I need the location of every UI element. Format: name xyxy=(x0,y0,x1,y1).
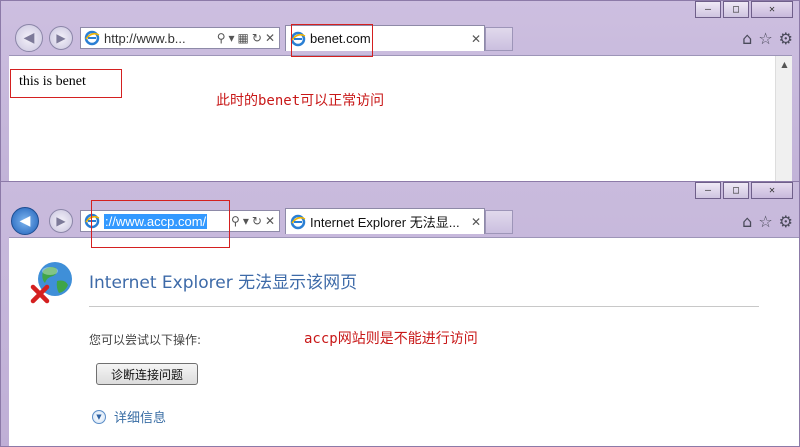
address-tools: ⚲ ▾ ↻ ✕ xyxy=(227,214,279,228)
address-bar[interactable]: http://www.b... ⚲ ▾ ▦ ↻ ✕ xyxy=(80,27,280,49)
toolbar-icons: ⌂ ☆ ⚙ xyxy=(742,212,793,231)
vertical-scrollbar[interactable]: ▲ xyxy=(775,56,793,181)
tab-title: Internet Explorer 无法显... xyxy=(310,215,460,230)
more-info-toggle[interactable]: ▼ 详细信息 xyxy=(92,407,166,426)
error-title: Internet Explorer 无法显示该网页 xyxy=(89,273,358,293)
home-icon[interactable]: ⌂ xyxy=(742,29,752,48)
address-text[interactable]: http://www.b... xyxy=(104,31,213,46)
ie-tab-icon xyxy=(290,214,306,229)
annotation-box-page-text xyxy=(10,69,122,98)
back-button[interactable]: ◀ xyxy=(11,207,39,235)
settings-gear-icon[interactable]: ⚙ xyxy=(779,212,793,231)
back-button[interactable]: ◀ xyxy=(15,24,43,52)
search-icon[interactable]: ⚲ xyxy=(217,31,226,45)
settings-gear-icon[interactable]: ⚙ xyxy=(779,29,793,48)
diagnose-connection-button[interactable]: 诊断连接问题 xyxy=(96,363,198,385)
refresh-icon[interactable]: ↻ xyxy=(252,31,262,45)
refresh-icon[interactable]: ↻ xyxy=(252,214,262,228)
maximize-button[interactable]: □ xyxy=(723,182,749,199)
new-tab-button[interactable] xyxy=(485,27,513,51)
globe-error-icon xyxy=(30,262,72,304)
scroll-up-arrow-icon[interactable]: ▲ xyxy=(776,56,793,73)
forward-button[interactable]: ▶ xyxy=(49,209,73,233)
close-button[interactable]: ✕ xyxy=(751,1,793,18)
tab-close-icon[interactable]: ✕ xyxy=(468,215,484,229)
try-actions-text: 您可以尝试以下操作: xyxy=(89,333,202,347)
annotation-box-tab-benet xyxy=(291,24,373,57)
minimize-button[interactable]: – xyxy=(695,182,721,199)
favorites-star-icon[interactable]: ☆ xyxy=(758,212,772,231)
dropdown-arrow-icon[interactable]: ▾ xyxy=(243,214,249,228)
favorites-star-icon[interactable]: ☆ xyxy=(758,29,772,48)
tab-error[interactable]: Internet Explorer 无法显... ✕ xyxy=(285,208,485,234)
forward-button[interactable]: ▶ xyxy=(49,26,73,50)
annotation-box-address-accp xyxy=(91,200,230,248)
annotation-note-bottom: accp网站则是不能进行访问 xyxy=(304,331,478,347)
maximize-button[interactable]: □ xyxy=(723,1,749,18)
chevron-down-icon[interactable]: ▼ xyxy=(92,409,106,424)
annotation-note-top: 此时的benet可以正常访问 xyxy=(216,93,385,109)
new-tab-button[interactable] xyxy=(485,210,513,234)
dropdown-arrow-icon[interactable]: ▾ xyxy=(229,31,235,45)
compat-view-icon[interactable]: ▦ xyxy=(238,31,249,45)
close-button[interactable]: ✕ xyxy=(751,182,793,199)
caption-buttons: – □ ✕ xyxy=(693,182,793,199)
stop-icon[interactable]: ✕ xyxy=(265,214,275,228)
search-icon[interactable]: ⚲ xyxy=(231,214,240,228)
home-icon[interactable]: ⌂ xyxy=(742,212,752,231)
caption-buttons: – □ ✕ xyxy=(693,1,793,18)
more-info-label[interactable]: 详细信息 xyxy=(114,407,166,426)
divider xyxy=(89,306,759,307)
address-tools: ⚲ ▾ ▦ ↻ ✕ xyxy=(213,31,279,45)
navigation-bar: ◀ ▶ http://www.b... ⚲ ▾ ▦ ↻ ✕ benet.com … xyxy=(1,21,799,55)
ie-logo-icon xyxy=(84,30,100,46)
stop-icon[interactable]: ✕ xyxy=(265,31,275,45)
tab-close-icon[interactable]: ✕ xyxy=(468,32,484,46)
toolbar-icons: ⌂ ☆ ⚙ xyxy=(742,29,793,48)
minimize-button[interactable]: – xyxy=(695,1,721,18)
page-content-benet: this is benet ▲ xyxy=(9,55,793,181)
